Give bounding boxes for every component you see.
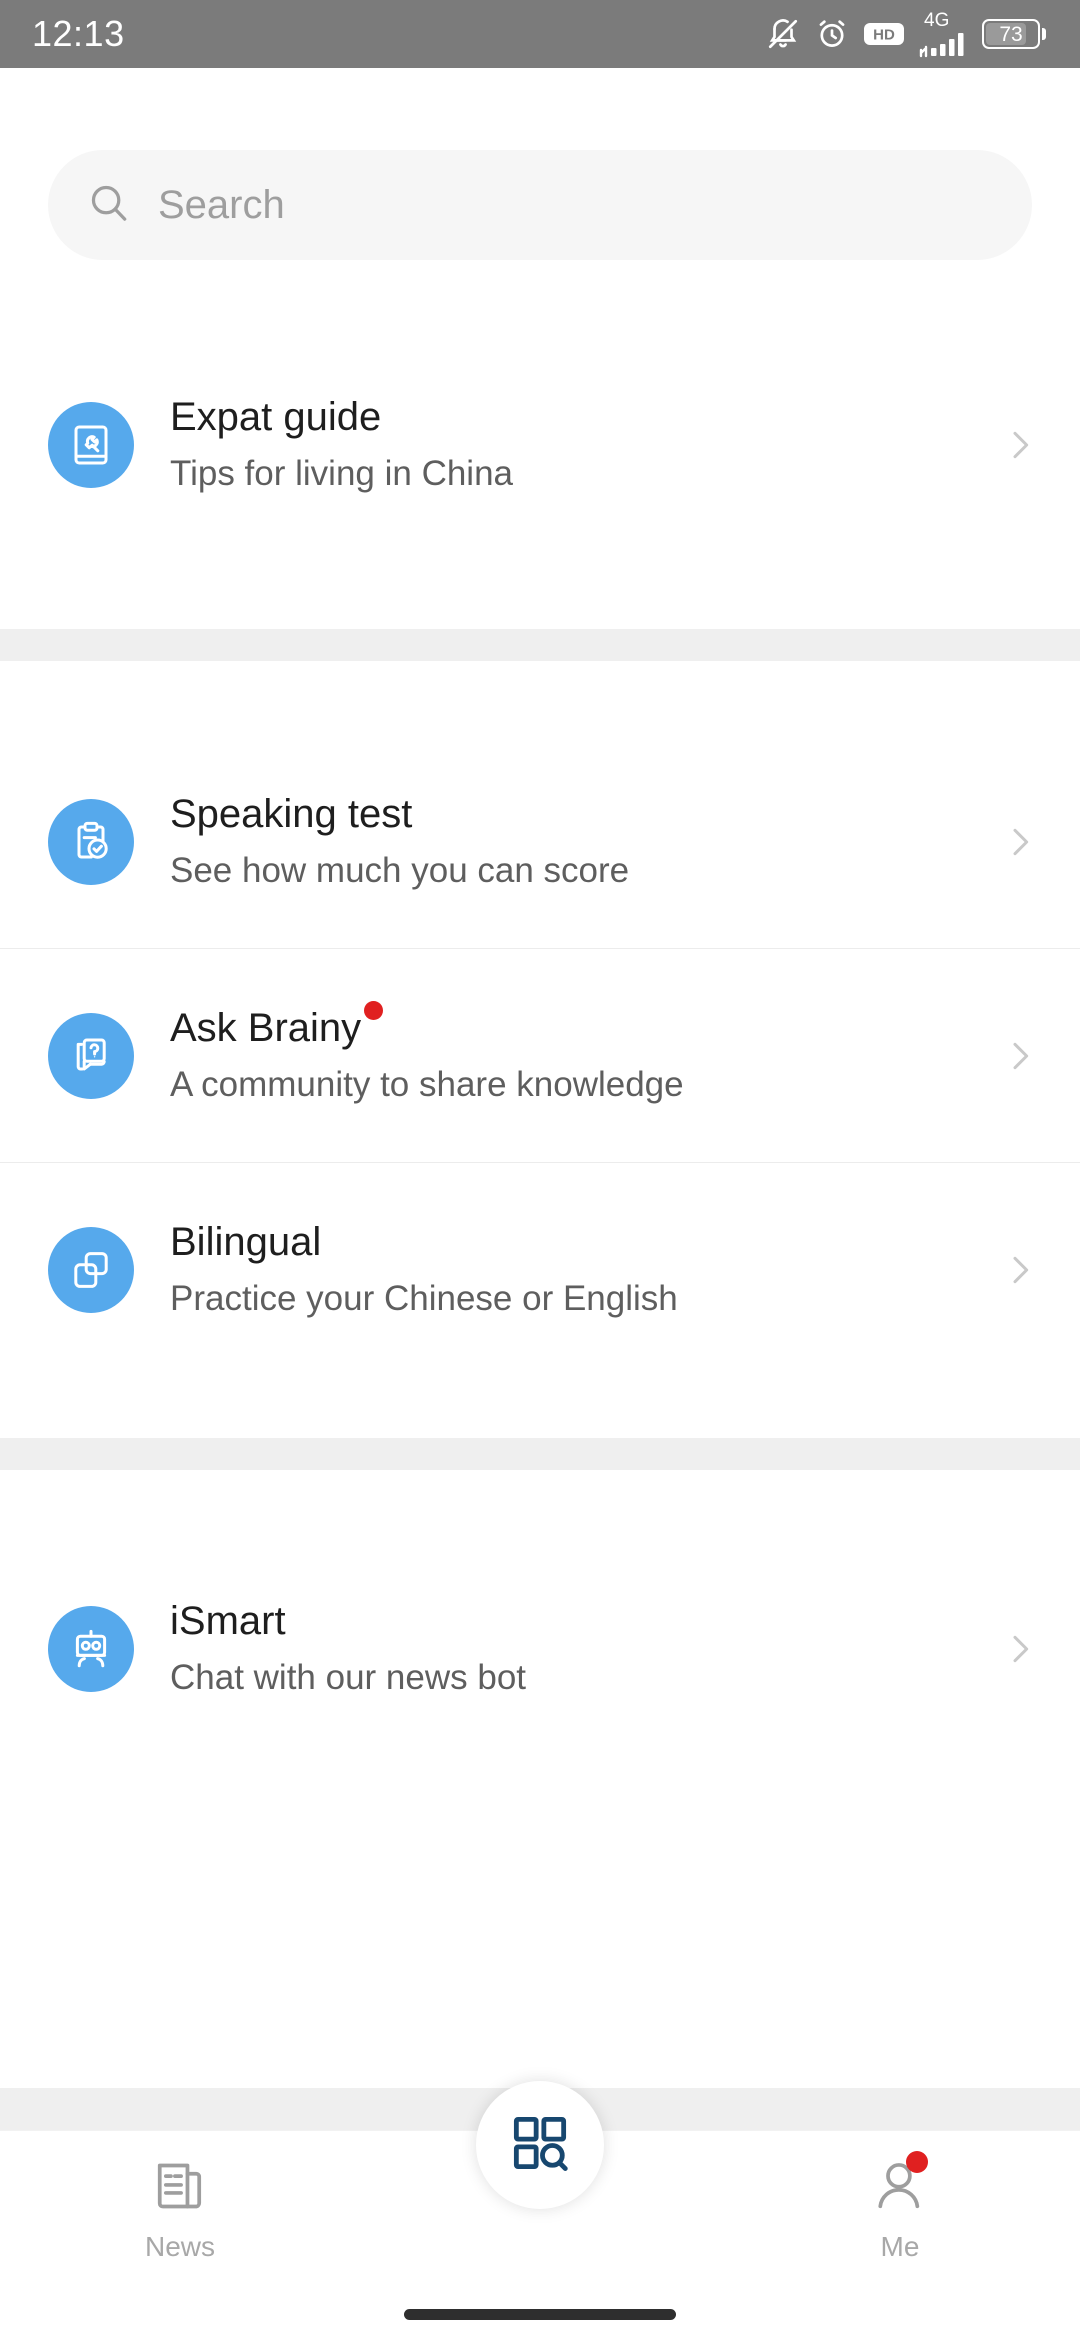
list-item-texts: Speaking test See how much you can score bbox=[170, 791, 1000, 892]
services-list: Expat guide Tips for living in China Spe… bbox=[0, 260, 1080, 2088]
list-item-texts: iSmart Chat with our news bot bbox=[170, 1598, 1000, 1699]
grid-search-icon bbox=[507, 2110, 573, 2181]
tab-news[interactable]: News bbox=[0, 2131, 360, 2263]
chevron-right-icon[interactable] bbox=[1000, 425, 1040, 465]
status-icons: HD 4G 73 bbox=[766, 11, 1046, 58]
list-item-subtitle: A community to share knowledge bbox=[170, 1065, 684, 1104]
signal-icon: 4G bbox=[919, 11, 971, 58]
list-item-title: Expat guide bbox=[170, 395, 382, 439]
speech-bubble-question-icon bbox=[48, 1012, 134, 1099]
chevron-right-icon[interactable] bbox=[1000, 1250, 1040, 1290]
services-group-1: Expat guide Tips for living in China bbox=[0, 260, 1080, 629]
tab-label-news: News bbox=[144, 2231, 215, 2262]
list-item-texts: Ask Brainy A community to share knowledg… bbox=[170, 1001, 1000, 1106]
phone-screen: 12:13 HD 4G 73 Search Expat guide Tips f… bbox=[0, 0, 1080, 2340]
list-item-title: Speaking test bbox=[170, 792, 413, 836]
clipboard-check-icon bbox=[48, 798, 134, 885]
status-bar: 12:13 HD 4G 73 bbox=[0, 0, 1080, 68]
list-item-texts: Expat guide Tips for living in China bbox=[170, 394, 1000, 495]
battery-level-label: 73 bbox=[999, 22, 1023, 46]
newspaper-icon bbox=[148, 2149, 212, 2223]
list-item-title: Ask Brainy bbox=[170, 1001, 384, 1051]
chevron-right-icon[interactable] bbox=[1000, 1036, 1040, 1076]
list-item-subtitle: Practice your Chinese or English bbox=[170, 1279, 678, 1318]
person-icon bbox=[868, 2149, 932, 2223]
stacked-squares-icon bbox=[48, 1226, 134, 1313]
search-section: Search bbox=[0, 68, 1080, 260]
list-item-expat-guide[interactable]: Expat guide Tips for living in China bbox=[0, 338, 1080, 551]
list-item-bilingual[interactable]: Bilingual Practice your Chinese or Engli… bbox=[0, 1163, 1080, 1376]
list-item-ask-brainy[interactable]: Ask Brainy A community to share knowledg… bbox=[0, 949, 1080, 1162]
list-item-title: iSmart bbox=[170, 1599, 286, 1643]
home-indicator-area bbox=[0, 2288, 1080, 2340]
services-group-3: iSmart Chat with our news bot bbox=[0, 1470, 1080, 1815]
home-indicator[interactable] bbox=[404, 2308, 676, 2320]
battery-icon: 73 bbox=[982, 19, 1046, 49]
group-separator bbox=[0, 1438, 1080, 1470]
svg-text:HD: HD bbox=[873, 27, 895, 44]
book-wrench-icon bbox=[48, 401, 134, 488]
list-item-subtitle: Chat with our news bot bbox=[170, 1658, 527, 1697]
bottom-area: News Me bbox=[0, 2081, 1080, 2340]
list-item-texts: Bilingual Practice your Chinese or Engli… bbox=[170, 1219, 1000, 1320]
list-item-ismart[interactable]: iSmart Chat with our news bot bbox=[0, 1542, 1080, 1755]
list-item-subtitle: Tips for living in China bbox=[170, 454, 514, 493]
tab-me[interactable]: Me bbox=[720, 2131, 1080, 2263]
me-notification-badge bbox=[906, 2151, 928, 2173]
notifications-off-icon bbox=[766, 17, 800, 51]
alarm-icon bbox=[815, 17, 849, 51]
search-icon bbox=[86, 180, 132, 231]
list-item-subtitle: See how much you can score bbox=[170, 851, 630, 890]
tab-label-me: Me bbox=[880, 2231, 920, 2262]
chevron-right-icon[interactable] bbox=[1000, 822, 1040, 862]
search-input[interactable]: Search bbox=[48, 150, 1032, 260]
tab-services-button[interactable] bbox=[476, 2081, 604, 2209]
list-item-title: Bilingual bbox=[170, 1220, 322, 1264]
search-placeholder: Search bbox=[158, 182, 285, 227]
list-item-speaking-test[interactable]: Speaking test See how much you can score bbox=[0, 735, 1080, 948]
bottom-navigation-bar: News Me bbox=[0, 2081, 1080, 2288]
services-group-2: Speaking test See how much you can score bbox=[0, 661, 1080, 1438]
status-time: 12:13 bbox=[32, 13, 125, 54]
robot-icon bbox=[48, 1605, 134, 1692]
hd-icon: HD bbox=[864, 20, 904, 48]
chevron-right-icon[interactable] bbox=[1000, 1629, 1040, 1669]
group-separator bbox=[0, 629, 1080, 661]
notification-badge-dot bbox=[364, 1001, 384, 1020]
